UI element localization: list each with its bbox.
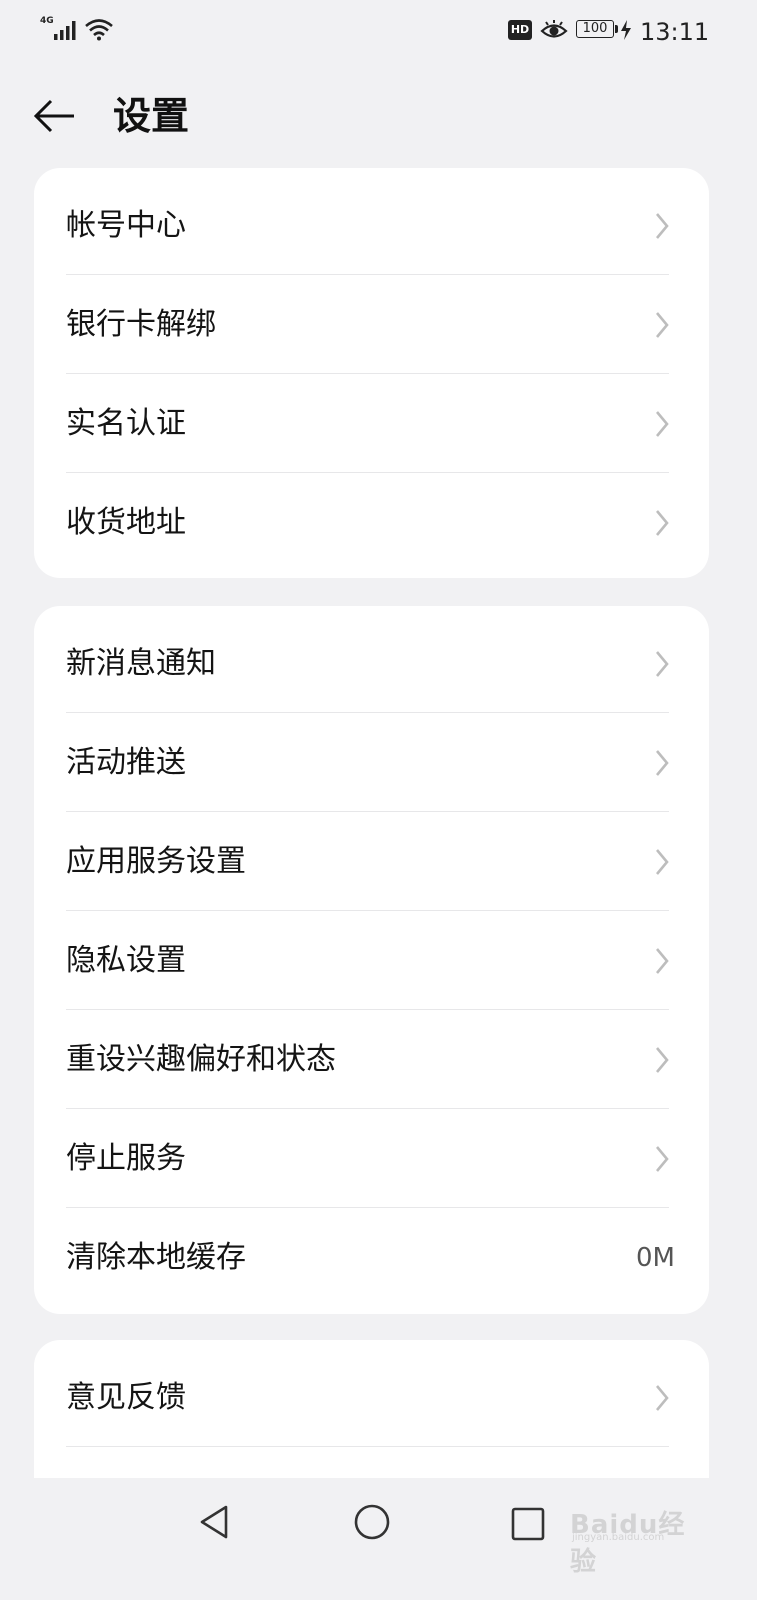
chevron-right-icon: [656, 1145, 669, 1172]
settings-item-label: 银行卡解绑: [66, 306, 216, 342]
cache-size-value: 0M: [636, 1242, 675, 1273]
chevron-right-icon: [656, 212, 669, 239]
settings-item-label: 重设兴趣偏好和状态: [66, 1041, 336, 1077]
nav-recents-square-icon[interactable]: [508, 1504, 548, 1544]
settings-item-label: 收货地址: [66, 504, 186, 540]
baidu-jingyan-watermark: Baidu经验 jingyan.baidu.com: [570, 1500, 710, 1577]
settings-item-label: 清除本地缓存: [66, 1239, 246, 1275]
settings-item-label: 新消息通知: [66, 645, 216, 681]
chevron-right-icon: [656, 749, 669, 776]
wifi-icon: [85, 19, 113, 41]
signal-icon: [54, 21, 76, 40]
settings-item-label: 实名认证: [66, 405, 186, 441]
settings-item-feedback[interactable]: 意见反馈: [34, 1348, 709, 1447]
settings-group-account: 帐号中心 银行卡解绑 实名认证 收货地址: [34, 168, 709, 578]
settings-item-label: 停止服务: [66, 1140, 186, 1176]
settings-item-label: 意见反馈: [66, 1379, 186, 1415]
network-type-label: 4G: [40, 16, 54, 26]
chevron-right-icon: [656, 1046, 669, 1073]
back-button[interactable]: [28, 90, 80, 142]
chevron-right-icon: [656, 509, 669, 536]
settings-item-reset-interests[interactable]: 重设兴趣偏好和状态: [34, 1010, 709, 1109]
settings-item-label: 隐私设置: [66, 942, 186, 978]
chevron-right-icon: [656, 650, 669, 677]
settings-item-unbind-bank-card[interactable]: 银行卡解绑: [34, 275, 709, 374]
status-left: 4G: [40, 14, 120, 46]
chevron-right-icon: [656, 311, 669, 338]
chevron-right-icon: [656, 848, 669, 875]
settings-item-account-center[interactable]: 帐号中心: [34, 176, 709, 275]
settings-group-general: 新消息通知 活动推送 应用服务设置 隐私设置 重设兴趣偏好和状态 停止服务 清除…: [34, 606, 709, 1314]
page-title: 设置: [113, 94, 190, 138]
system-navigation-bar: Baidu经验 jingyan.baidu.com: [0, 1478, 757, 1600]
charging-icon: [621, 20, 631, 40]
nav-back-triangle-icon[interactable]: [194, 1502, 234, 1542]
settings-item-stop-service[interactable]: 停止服务: [34, 1109, 709, 1208]
chevron-right-icon: [656, 410, 669, 437]
arrow-left-icon: [33, 99, 74, 133]
status-clock: 13:11: [640, 18, 710, 46]
settings-item-activity-push[interactable]: 活动推送: [34, 713, 709, 812]
header: 设置: [0, 76, 757, 156]
settings-item-clear-cache[interactable]: 清除本地缓存 0M: [34, 1208, 709, 1307]
chevron-right-icon: [656, 1384, 669, 1411]
settings-item-shipping-address[interactable]: 收货地址: [34, 473, 709, 572]
settings-item-privacy-settings[interactable]: 隐私设置: [34, 911, 709, 1010]
battery-cap: [615, 25, 618, 33]
chevron-right-icon: [656, 947, 669, 974]
divider: [66, 1446, 669, 1447]
status-bar: 4G HD 100 13:11: [0, 0, 757, 64]
settings-item-label: 帐号中心: [66, 207, 186, 243]
settings-item-label: 应用服务设置: [66, 843, 246, 879]
settings-item-label: 活动推送: [66, 744, 186, 780]
settings-item-new-message-notification[interactable]: 新消息通知: [34, 614, 709, 713]
nav-home-circle-icon[interactable]: [352, 1502, 392, 1542]
watermark-subtext: jingyan.baidu.com: [572, 1532, 665, 1543]
battery-icon: 100: [576, 20, 614, 38]
settings-item-app-service-settings[interactable]: 应用服务设置: [34, 812, 709, 911]
eye-comfort-icon: [540, 20, 568, 38]
hd-icon: HD: [508, 20, 532, 40]
settings-item-real-name-verification[interactable]: 实名认证: [34, 374, 709, 473]
